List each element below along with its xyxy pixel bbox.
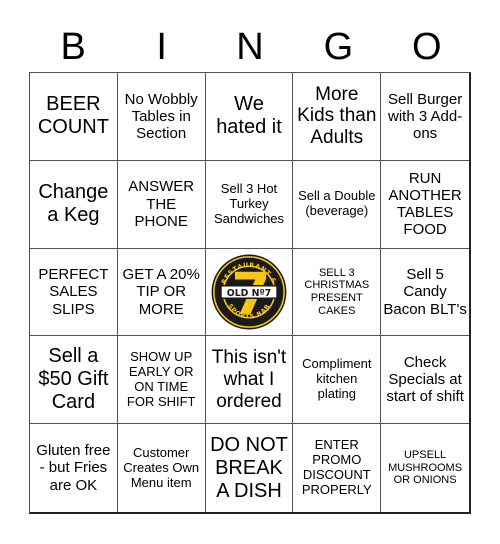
bingo-cell-text: PERFECT SALES SLIPS xyxy=(38,266,109,318)
bingo-cell[interactable]: Check Specials at start of shift xyxy=(381,336,469,425)
header-letter-g: G xyxy=(323,26,354,68)
bingo-cell[interactable]: Compliment kitchen plating xyxy=(293,336,382,425)
old-no7-logo-icon: OLD Nº7RESTAURANT &SPORTS BAR xyxy=(211,254,287,330)
bingo-cell-text: UPSELL MUSHROOMS OR ONIONS xyxy=(388,449,463,487)
bingo-cell[interactable]: Sell Burger with 3 Add-ons xyxy=(381,73,469,161)
bingo-cell-text: RUN ANOTHER TABLES FOOD xyxy=(388,169,462,239)
bingo-cell[interactable]: SHOW UP EARLY OR ON TIME FOR SHIFT xyxy=(117,336,206,425)
bingo-cell-text: SELL 3 CHRISTMAS PRESENT CAKES xyxy=(304,266,370,317)
header-letter-i: I xyxy=(156,26,167,68)
free-space-cell[interactable]: OLD Nº7 RESTAURANT & SPORTS BAR xyxy=(205,248,294,337)
bingo-cell-text: Compliment kitchen plating xyxy=(302,356,372,402)
bingo-grid: BEER COUNT No Wobbly Tables in Section We … xyxy=(29,72,471,514)
bingo-cell-text: DO NOT BREAK A DISH xyxy=(210,433,288,502)
bingo-cell[interactable]: We hated it xyxy=(205,73,294,161)
bingo-cell[interactable]: No Wobbly Tables in Section xyxy=(117,73,206,161)
bingo-cell[interactable]: RUN ANOTHER TABLES FOOD xyxy=(381,161,469,249)
bingo-cell-text: No Wobbly Tables in Section xyxy=(124,90,198,143)
bingo-cell-text: Customer Creates Own Menu item xyxy=(123,444,200,490)
bingo-cell[interactable]: Customer Creates Own Menu item xyxy=(118,424,206,512)
bingo-cell-text: This isn't what I ordered xyxy=(211,347,287,412)
bingo-cell[interactable]: GET A 20% TIP OR MORE xyxy=(117,248,206,337)
bingo-cell[interactable]: Sell a Double (beverage) xyxy=(293,160,382,249)
logo-center-text: OLD Nº7 xyxy=(227,288,272,299)
bingo-cell-text: We hated it xyxy=(216,93,282,139)
bingo-cell-text: SHOW UP EARLY OR ON TIME FOR SHIFT xyxy=(126,348,196,409)
header-letter-n: N xyxy=(236,26,264,68)
bingo-cell-text: More Kids than Adults xyxy=(297,83,377,149)
bingo-cell-text: Gluten free - but Fries are OK xyxy=(36,442,111,494)
bingo-cell[interactable]: Sell 5 Candy Bacon BLT's xyxy=(381,249,469,337)
bingo-cell-text: GET A 20% TIP OR MORE xyxy=(122,266,200,318)
bingo-cell-text: Sell a Double (beverage) xyxy=(298,188,376,219)
bingo-cell[interactable]: ANSWER THE PHONE xyxy=(117,160,206,249)
bingo-cell-text: ENTER PROMO DISCOUNT PROPERLY xyxy=(301,437,372,498)
bingo-header: B I N G O xyxy=(29,22,471,72)
bingo-cell[interactable]: DO NOT BREAK A DISH xyxy=(206,424,294,512)
bingo-cell-text: BEER COUNT xyxy=(37,93,109,139)
bingo-cell[interactable]: Change a Keg xyxy=(30,160,118,249)
bingo-cell-text: Sell Burger with 3 Add-ons xyxy=(387,90,463,143)
bingo-cell-text: Sell 5 Candy Bacon BLT's xyxy=(383,266,467,318)
bingo-cell[interactable]: SELL 3 CHRISTMAS PRESENT CAKES xyxy=(293,248,382,337)
bingo-cell-text: ANSWER THE PHONE xyxy=(128,178,195,230)
bingo-cell[interactable]: Gluten free - but Fries are OK xyxy=(30,424,118,512)
header-letter-o: O xyxy=(412,26,442,68)
bingo-cell-text: Sell a $50 Gift Card xyxy=(38,345,109,414)
bingo-cell[interactable]: More Kids than Adults xyxy=(293,73,382,161)
bingo-cell[interactable]: ENTER PROMO DISCOUNT PROPERLY xyxy=(293,424,382,512)
header-letter-b: B xyxy=(60,26,86,68)
bingo-cell[interactable]: BEER COUNT xyxy=(30,73,118,161)
bingo-cell-text: Sell 3 Hot Turkey Sandwiches xyxy=(213,180,285,226)
bingo-cell-text: Change a Keg xyxy=(38,181,109,227)
bingo-cell[interactable]: Sell 3 Hot Turkey Sandwiches xyxy=(205,160,294,249)
bingo-cell[interactable]: UPSELL MUSHROOMS OR ONIONS xyxy=(381,424,469,512)
bingo-cell-text: Check Specials at start of shift xyxy=(386,353,464,406)
bingo-cell[interactable]: PERFECT SALES SLIPS xyxy=(30,248,118,337)
bingo-cell[interactable]: This isn't what I ordered xyxy=(205,336,294,425)
bingo-cell[interactable]: Sell a $50 Gift Card xyxy=(30,336,118,425)
